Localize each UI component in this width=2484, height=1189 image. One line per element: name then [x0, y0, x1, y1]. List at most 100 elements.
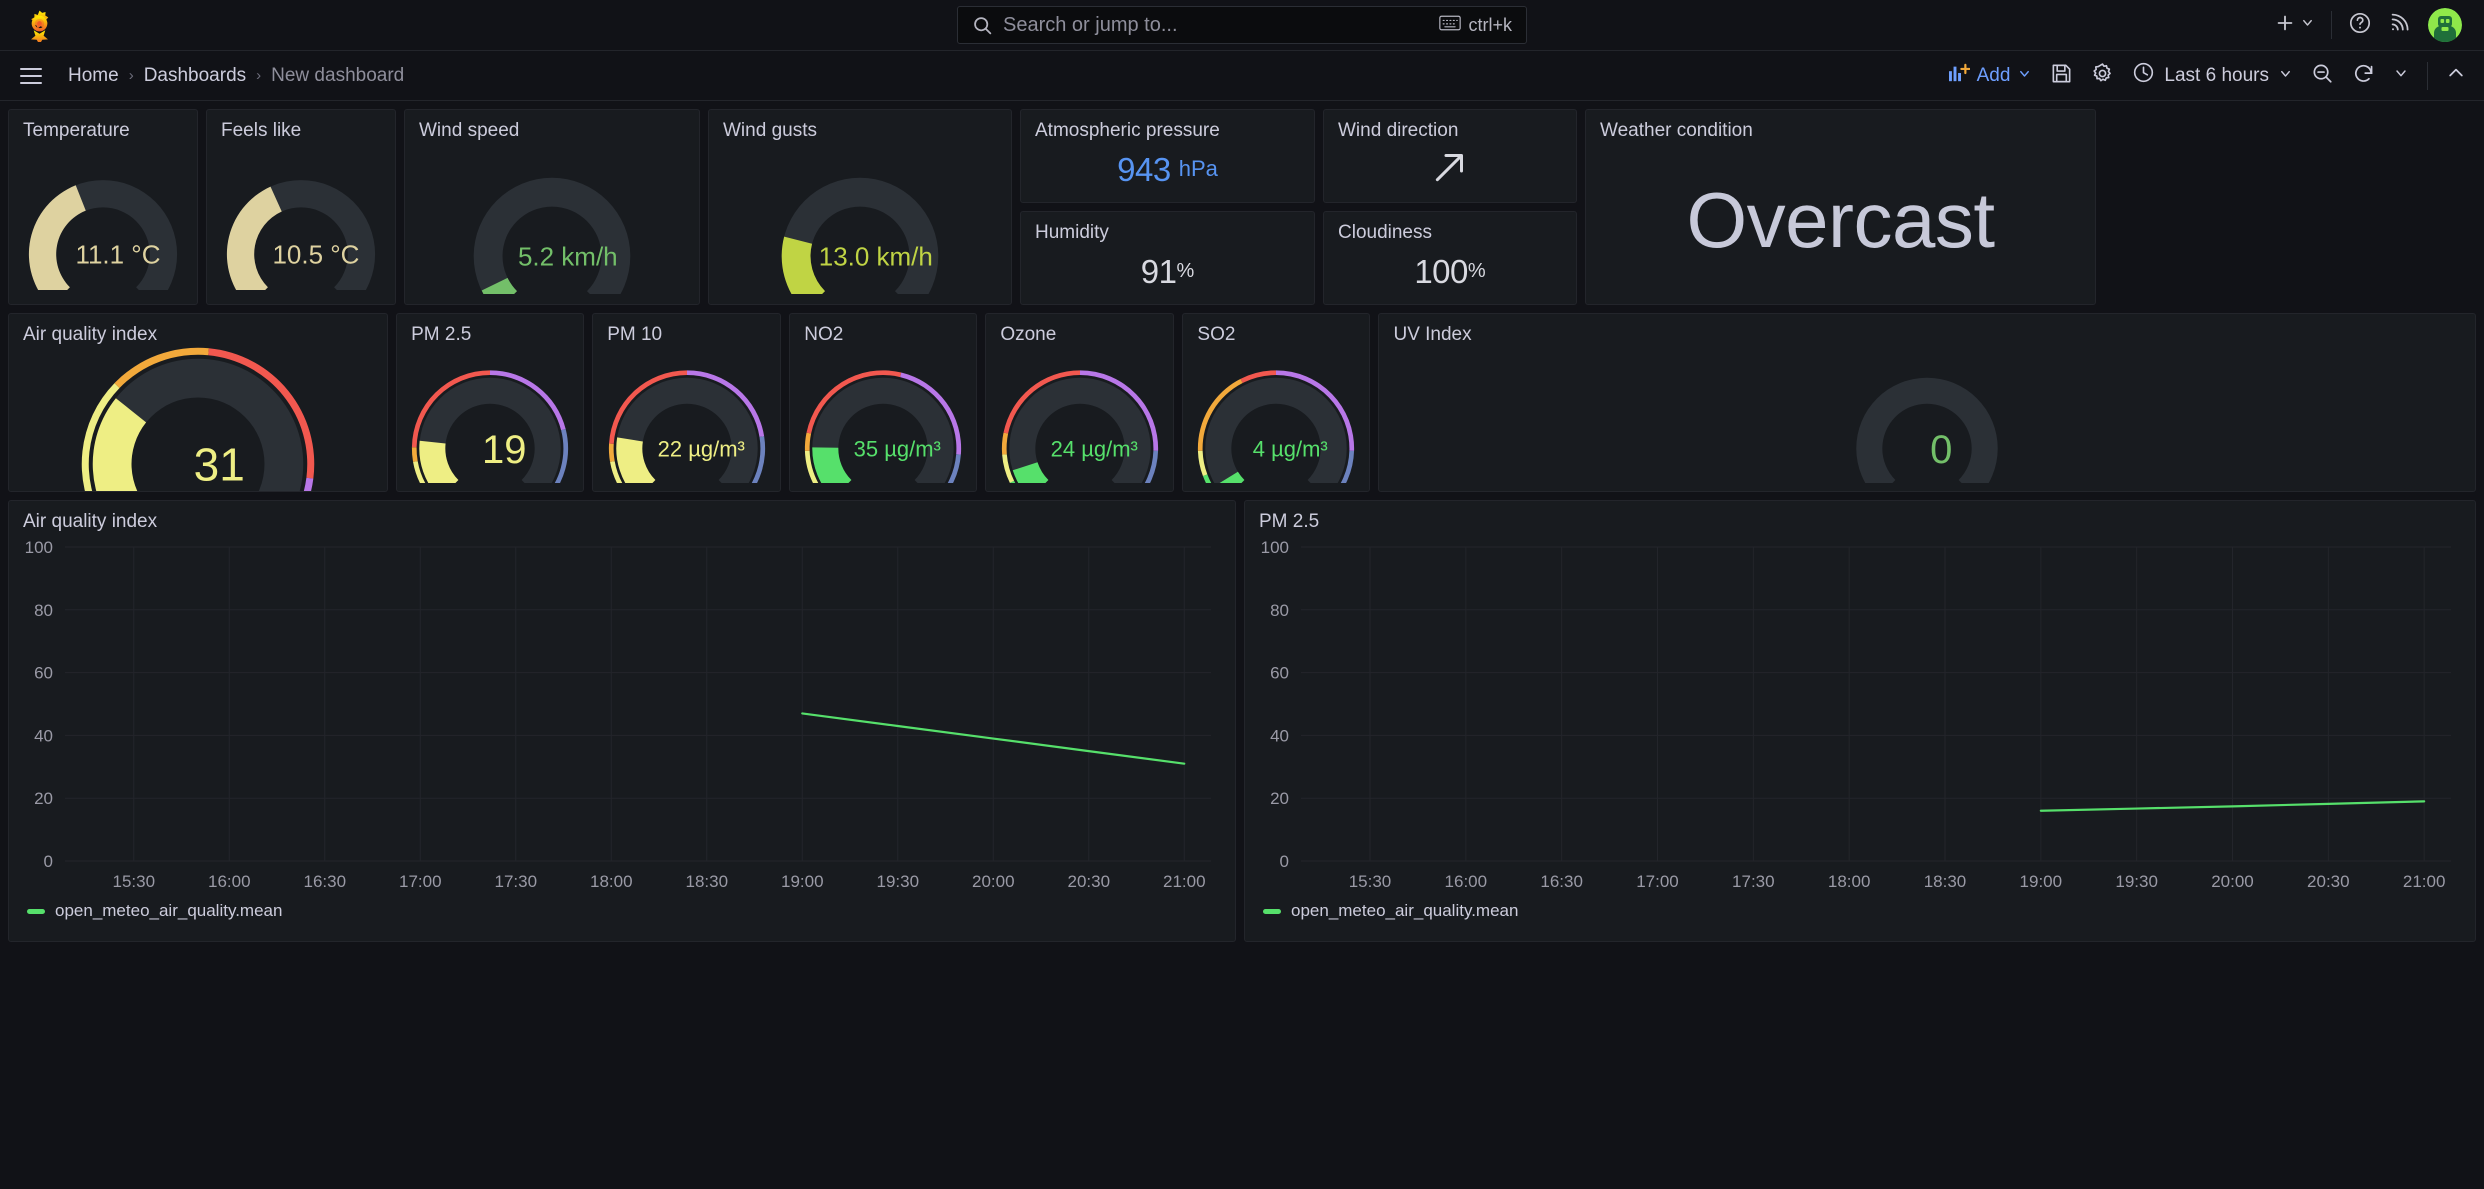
- panel-title: PM 10: [607, 324, 663, 345]
- pressure-humidity-column: Atmospheric pressure 943 hPa Wind direct…: [1020, 109, 1577, 305]
- chevron-down-icon: [2393, 65, 2409, 86]
- panel-so2-gauge[interactable]: SO2 4 µg/m³: [1182, 313, 1371, 492]
- svg-text:18:00: 18:00: [590, 872, 633, 891]
- svg-text:15:30: 15:30: [112, 872, 155, 891]
- panel-ozone-gauge[interactable]: Ozone 24 µg/m³: [985, 313, 1175, 492]
- svg-text:21:00: 21:00: [1163, 872, 1206, 891]
- panel-title: Atmospheric pressure: [1035, 120, 1220, 141]
- panel-air-quality-index-timeseries[interactable]: Air quality index 0 20 40 60 80 100 15:30 16:00…: [8, 500, 1236, 942]
- panel-uv-index-gauge[interactable]: UV Index 0: [1378, 313, 2476, 492]
- svg-text:18:00: 18:00: [1828, 872, 1871, 891]
- stat-unit: hPa: [1178, 156, 1218, 181]
- gauge-ozone: 24 µg/m³: [986, 344, 1173, 488]
- panel-wind-speed[interactable]: Wind speed 5.2 km/h: [404, 109, 700, 305]
- time-range-picker[interactable]: Last 6 hours: [2132, 61, 2293, 90]
- gear-icon: [2091, 62, 2114, 90]
- gauge-feels-like: 10.5 °C: [207, 140, 395, 300]
- breadcrumb-separator: ›: [128, 67, 134, 84]
- breadcrumb-item-home[interactable]: Home: [68, 65, 119, 87]
- legend-label[interactable]: open_meteo_air_quality.mean: [55, 901, 282, 921]
- panel-atmospheric-pressure[interactable]: Atmospheric pressure 943 hPa: [1020, 109, 1315, 203]
- add-panel-label: Add: [1976, 64, 2011, 86]
- panel-weather-condition[interactable]: Weather condition Overcast: [1585, 109, 2096, 305]
- new-button[interactable]: [2274, 12, 2315, 39]
- svg-text:20:00: 20:00: [972, 872, 1015, 891]
- svg-text:22 µg/m³: 22 µg/m³: [657, 436, 744, 461]
- global-search-box[interactable]: ctrl+k: [957, 6, 1527, 44]
- time-range-label: Last 6 hours: [2164, 64, 2269, 86]
- chevron-down-icon: [2278, 65, 2293, 87]
- save-dashboard-button[interactable]: [2050, 62, 2073, 90]
- svg-text:31: 31: [194, 439, 245, 491]
- svg-text:0: 0: [44, 852, 53, 871]
- plus-icon: [2274, 12, 2296, 39]
- add-panel-button[interactable]: Add: [1948, 63, 2033, 89]
- collapse-toolbar-button[interactable]: [2446, 63, 2466, 88]
- svg-text:20:30: 20:30: [2307, 872, 2350, 891]
- panel-title: Humidity: [1035, 222, 1109, 243]
- zoom-out-time-button[interactable]: [2311, 62, 2334, 90]
- panel-temperature[interactable]: Temperature 11.1 °C: [8, 109, 198, 305]
- help-button[interactable]: [2348, 11, 2372, 40]
- panel-title: Wind direction: [1338, 120, 1459, 141]
- svg-text:19:00: 19:00: [781, 872, 824, 891]
- panel-pm10-gauge[interactable]: PM 10 22 µg/m³: [592, 313, 782, 492]
- panel-humidity[interactable]: Humidity 91 %: [1020, 211, 1315, 305]
- panel-pm25-gauge[interactable]: PM 2.5 19: [396, 313, 585, 492]
- zoom-out-icon: [2311, 62, 2334, 90]
- profile-avatar[interactable]: [2428, 8, 2462, 42]
- panel-title: PM 2.5: [1259, 511, 1320, 532]
- arrow-wind-direction: [1324, 140, 1576, 198]
- svg-text:0: 0: [1930, 428, 1952, 472]
- legend-color-swatch: [27, 908, 45, 914]
- panel-pm25-timeseries[interactable]: PM 2.5 0 20 40 60 80 100 15:30 16:00 16:30 17:00 1…: [1244, 500, 2476, 942]
- panel-wind-direction[interactable]: Wind direction: [1323, 109, 1577, 203]
- svg-text:40: 40: [34, 726, 53, 745]
- legend-color-swatch: [1263, 908, 1281, 914]
- toolbar-divider: [2427, 61, 2428, 90]
- dashboard-settings-button[interactable]: [2091, 62, 2114, 90]
- svg-text:35 µg/m³: 35 µg/m³: [854, 436, 941, 461]
- svg-text:16:30: 16:30: [1540, 872, 1583, 891]
- svg-text:40: 40: [1270, 726, 1289, 745]
- svg-text:20:30: 20:30: [1067, 872, 1110, 891]
- panel-wind-gusts[interactable]: Wind gusts 13.0 km/h: [708, 109, 1012, 305]
- chevron-down-icon: [2017, 65, 2032, 87]
- gauge-pm10: 22 µg/m³: [593, 344, 780, 488]
- refresh-interval-dropdown[interactable]: [2393, 65, 2409, 86]
- toolbar-divider: [2331, 11, 2332, 39]
- dashboard-row-2: Air quality index 31 PM 2.5 19 PM 10 22 …: [8, 313, 2476, 492]
- timeseries-plot-aqi: 0 20 40 60 80 100 15:30 16:00 16:30 17:00 17:30 18:…: [9, 531, 1235, 901]
- legend-label[interactable]: open_meteo_air_quality.mean: [1291, 901, 1518, 921]
- weather-condition-value: Overcast: [1686, 176, 1995, 264]
- refresh-icon: [2352, 62, 2375, 90]
- svg-text:0: 0: [1280, 852, 1289, 871]
- dashboard-toolbar-actions: Add Last 6 hours: [1948, 61, 2466, 90]
- panel-feels-like[interactable]: Feels like 10.5 °C: [206, 109, 396, 305]
- svg-text:18:30: 18:30: [1924, 872, 1967, 891]
- rss-icon: [2388, 11, 2412, 40]
- chevron-up-icon: [2446, 63, 2466, 88]
- gauge-wind-speed: 5.2 km/h: [405, 140, 699, 300]
- search-input[interactable]: [1003, 13, 1430, 37]
- gauge-air-quality-index: 31: [9, 344, 387, 491]
- refresh-dashboard-button[interactable]: [2352, 62, 2375, 90]
- panel-title: NO2: [804, 324, 844, 345]
- svg-text:18:30: 18:30: [685, 872, 728, 891]
- text-weather-condition: Overcast: [1586, 140, 2095, 300]
- add-panel-icon: [1948, 63, 1971, 89]
- panel-title: Temperature: [23, 120, 130, 141]
- panel-cloudiness[interactable]: Cloudiness 100 %: [1323, 211, 1577, 305]
- grafana-logo-icon[interactable]: [18, 4, 60, 46]
- panel-air-quality-index-gauge[interactable]: Air quality index 31: [8, 313, 389, 492]
- svg-text:20: 20: [1270, 789, 1289, 808]
- panel-no2-gauge[interactable]: NO2 35 µg/m³: [789, 313, 978, 492]
- svg-text:100: 100: [25, 538, 53, 557]
- breadcrumb-item-dashboards[interactable]: Dashboards: [144, 65, 246, 87]
- news-button[interactable]: [2388, 11, 2412, 40]
- hamburger-menu-icon[interactable]: [18, 64, 44, 88]
- svg-text:80: 80: [1270, 601, 1289, 620]
- dashboard-row-1: Temperature 11.1 °C Feels like 10.5 °C W…: [8, 109, 2476, 305]
- svg-text:100: 100: [1261, 538, 1289, 557]
- stat-unit: %: [1467, 259, 1486, 282]
